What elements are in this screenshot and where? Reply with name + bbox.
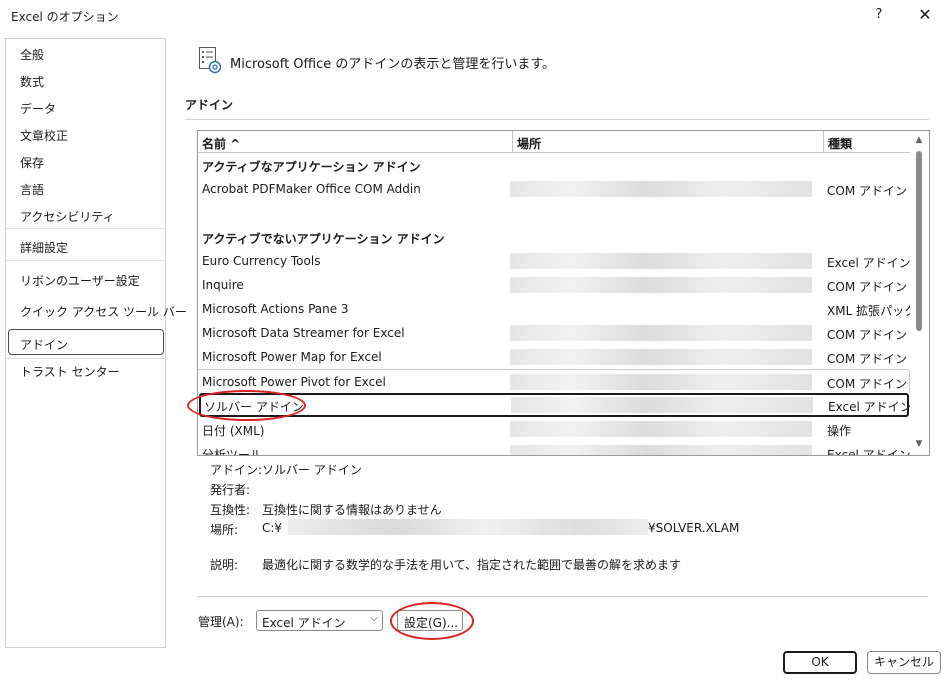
detail-label: 互換性: [210,503,251,517]
location-redacted [511,397,813,413]
divider [197,596,928,597]
sidebar-item-general[interactable]: 全般 [20,46,44,63]
sidebar-item-advanced[interactable]: 詳細設定 [20,239,68,256]
addin-name: Microsoft Power Map for Excel [202,350,382,364]
header-description: Microsoft Office のアドインの表示と管理を行います。 [230,57,556,72]
sidebar-item-save[interactable]: 保存 [20,154,44,171]
addin-type: COM アドイン [827,352,907,366]
addin-name: Microsoft Power Pivot for Excel [202,375,386,389]
location-redacted [510,325,812,341]
table-row[interactable]: 日付 (XML) 操作 [198,417,910,441]
addin-name: 分析ツール [202,448,263,456]
addin-type: Excel アドイン [827,256,911,270]
sidebar-item-proofing[interactable]: 文章校正 [20,127,68,144]
sidebar-divider [6,260,165,261]
location-redacted [510,349,812,365]
detail-value: 最適化に関する数学的な手法を用いて、指定された範囲で最善の解を求めます [262,558,682,572]
help-icon[interactable]: ? [872,7,886,22]
table-row[interactable]: Microsoft Power Map for Excel COM アドイン [198,345,910,369]
addin-type: XML 拡張パック [827,304,917,318]
addin-name: Microsoft Actions Pane 3 [202,302,349,316]
addin-type: COM アドイン [827,280,907,294]
table-group-row: アクティブでないアプリケーション アドイン [198,225,910,249]
location-redacted [510,445,812,455]
table-row[interactable]: Inquire COM アドイン [198,273,910,297]
group-label: アクティブなアプリケーション アドイン [202,160,421,174]
scrollbar-thumb[interactable] [916,151,922,331]
location-redacted [510,421,812,437]
detail-value: C:¥ [262,521,283,535]
addin-name: Inquire [202,278,244,292]
location-redacted [510,374,812,390]
title-bar: Excel のオプション ? ✕ [0,0,947,32]
location-path-redacted [288,519,648,535]
detail-value: 互換性に関する情報はありません [262,503,442,517]
ok-button[interactable]: OK [783,651,857,674]
addin-type: COM アドイン [827,328,907,342]
table-row[interactable]: Microsoft Data Streamer for Excel COM アド… [198,321,910,345]
detail-label: アドイン: [210,463,263,477]
addin-type: COM アドイン [827,377,907,391]
sidebar-item-trust-center[interactable]: トラスト センター [20,363,120,380]
column-header-location[interactable]: 場所 [513,131,824,153]
group-label: アクティブでないアプリケーション アドイン [202,232,445,246]
location-redacted [510,277,812,293]
column-header-name[interactable]: 名前 ^ [198,131,513,153]
detail-value: ソルバー アドイン [262,463,362,477]
sidebar: 全般 数式 データ 文章校正 保存 言語 アクセシビリティ 詳細設定 リボンのユ… [5,38,187,648]
detail-label: 説明: [210,558,239,572]
addin-type: Excel アドイン [827,448,911,456]
sidebar-item-quick-access-toolbar[interactable]: クイック アクセス ツール バー [20,303,187,320]
scroll-up-icon[interactable]: ▲ [913,135,925,147]
section-divider [185,119,929,120]
sidebar-item-formulas[interactable]: 数式 [20,73,44,90]
sidebar-item-customize-ribbon[interactable]: リボンのユーザー設定 [20,272,140,289]
table-row[interactable]: Euro Currency Tools Excel アドイン [198,249,911,273]
addin-list[interactable]: 名前 ^ 場所 種類 アクティブなアプリケーション アドイン Acrobat P… [197,130,930,456]
column-header-type[interactable]: 種類 [824,131,910,153]
annotation-ellipse-go-button [390,602,474,640]
addin-name: Euro Currency Tools [202,254,321,268]
chevron-down-icon: ⌵ [370,613,378,624]
window-title: Excel のオプション [11,10,119,24]
sidebar-item-accessibility[interactable]: アクセシビリティ [20,208,115,225]
addin-name: Acrobat PDFMaker Office COM Addin [202,182,421,196]
table-row[interactable]: 分析ツール Excel アドイン [198,441,911,456]
sidebar-divider [6,228,165,229]
sidebar-item-language[interactable]: 言語 [20,181,44,198]
addin-name: 日付 (XML) [202,424,265,438]
location-redacted [510,253,812,269]
detail-label: 発行者: [210,483,251,497]
addin-type: Excel アドイン [828,400,912,414]
scroll-down-icon[interactable]: ▼ [913,439,925,451]
addin-type: 操作 [827,424,852,438]
addin-name: Microsoft Data Streamer for Excel [202,326,405,340]
table-row[interactable]: Microsoft Actions Pane 3 XML 拡張パック [198,297,916,321]
sidebar-divider [6,358,165,359]
section-title: アドイン [185,98,234,112]
annotation-ellipse-solver [187,390,306,421]
location-redacted [510,181,812,197]
manage-dropdown[interactable]: Excel アドイン ⌵ [256,610,383,631]
cancel-button[interactable]: キャンセル [867,651,941,674]
vertical-scrollbar[interactable]: ▲ ▼ [910,131,928,455]
sidebar-item-data[interactable]: データ [20,100,56,117]
detail-label: 場所: [210,523,239,537]
table-row[interactable]: Microsoft Power Pivot for Excel COM アドイン [198,369,910,393]
table-group-row: アクティブなアプリケーション アドイン [198,153,910,177]
manage-dropdown-value: Excel アドイン [262,616,346,630]
manage-label: 管理(A): [198,615,244,629]
addin-type: COM アドイン [827,184,907,198]
detail-value: ¥SOLVER.XLAM [648,521,740,535]
close-icon[interactable]: ✕ [916,5,934,24]
table-row[interactable]: Acrobat PDFMaker Office COM Addin COM アド… [198,177,910,201]
addin-settings-icon [199,47,222,74]
sidebar-item-addins[interactable]: アドイン [20,336,68,353]
